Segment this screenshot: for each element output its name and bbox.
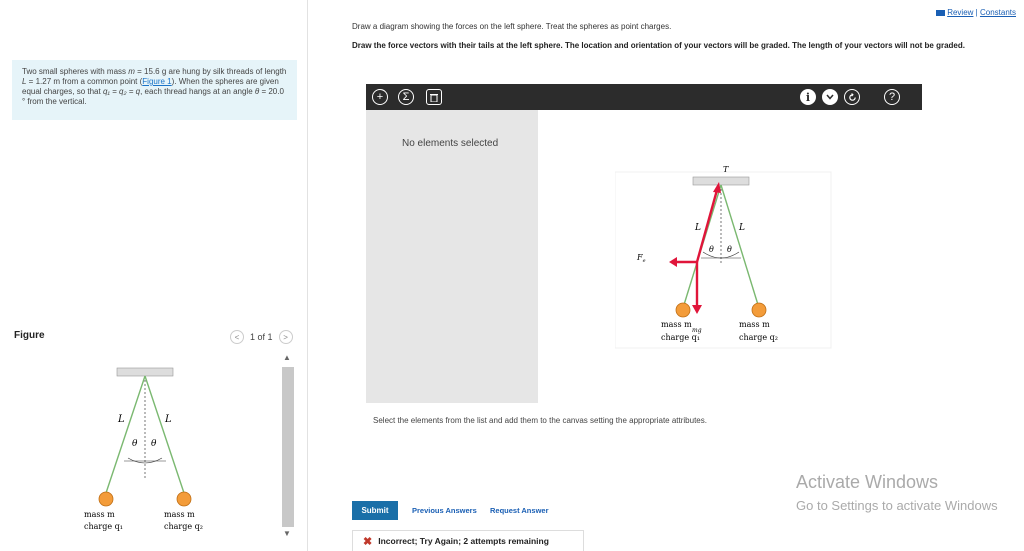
constants-link[interactable]: Constants [980,8,1016,17]
label-L-right: L [738,223,745,233]
instruction-text: Draw a diagram showing the forces on the… [352,22,672,31]
sphere-left [675,302,691,318]
problem-text: = 15.6 g are hung by silk threads of len… [134,67,287,76]
label-theta-left: θ [132,439,138,449]
problem-charges: q₁ = q₂ = q [102,87,141,96]
figure-pager: < 1 of 1 > [230,330,293,344]
info-button[interactable]: i [800,89,816,105]
feedback-text: Incorrect; Try Again; 2 attempts remaini… [378,536,549,546]
separator: | [975,8,978,17]
ceiling-support [692,176,750,186]
next-figure-button[interactable]: > [278,330,293,344]
sphere-right [176,491,192,507]
label-mass-right: mass m [739,320,770,329]
help-button[interactable]: ? [884,89,900,105]
error-icon: ✖ [363,535,373,548]
feedback-banner: ✖ Incorrect; Try Again; 2 attempts remai… [352,530,584,551]
sphere-left [98,491,114,507]
pager-text: 1 of 1 [250,332,273,342]
label-charge-right: charge q₂ [164,522,203,531]
drawing-toolbar: + Σ i ? [366,84,922,110]
trash-icon[interactable] [426,89,442,105]
figure-scrollbar[interactable]: ▲ ▼ [282,353,294,543]
label-L-left: L [694,223,701,233]
scroll-up-icon[interactable]: ▲ [283,353,291,362]
chevron-down-icon[interactable] [822,89,838,105]
figure-label: Figure [14,330,45,341]
scroll-thumb[interactable] [282,367,294,527]
problem-text: , each thread hangs at an angle [140,87,255,96]
activate-windows-subtitle: Go to Settings to activate Windows [796,498,998,513]
diagram-background [615,171,832,349]
label-charge-left: charge q₁ [661,333,700,342]
add-element-button[interactable]: + [372,89,388,105]
label-theta-right: θ [151,439,157,449]
label-mass-left: mass m [661,320,692,329]
element-panel [366,110,538,403]
instruction-bold-text: Draw the force vectors with their tails … [352,41,965,50]
request-answer-link[interactable]: Request Answer [490,506,549,515]
select-hint-text: Select the elements from the list and ad… [373,416,707,425]
label-charge-left: charge q₁ [84,522,123,531]
figure-diagram: L L θ θ mass m charge q₁ mass m charge q… [84,367,203,531]
thread-right [144,375,185,494]
left-panel: Two small spheres with mass m = 15.6 g a… [0,0,308,551]
label-T: T [723,165,729,174]
header-links: Review | Constants [935,8,1016,17]
label-mass-right: mass m [164,510,195,519]
review-icon [935,9,945,16]
answer-canvas-diagram[interactable]: L L θ θ T Fe mass m mg charge q₁ mass m … [615,160,835,350]
previous-answers-link[interactable]: Previous Answers [412,506,477,515]
label-mass-left: mass m [84,510,115,519]
sum-button[interactable]: Σ [398,89,414,105]
label-charge-right: charge q₂ [739,333,778,342]
submit-button[interactable]: Submit [352,501,398,520]
review-link[interactable]: Review [947,8,973,17]
problem-text: = 1.27 m from a common point ( [26,77,143,86]
label-L-left: L [117,414,125,425]
thread-left [105,375,146,494]
scroll-down-icon[interactable]: ▼ [283,529,291,538]
sphere-right [751,302,767,318]
problem-statement: Two small spheres with mass m = 15.6 g a… [12,60,297,120]
prev-figure-button[interactable]: < [230,330,244,344]
problem-text: Two small spheres with mass [22,67,129,76]
figure-link[interactable]: Figure 1 [142,77,171,86]
activate-windows-title: Activate Windows [796,472,939,492]
label-theta-right: θ [727,245,732,254]
problem-m: m [128,67,135,76]
reset-icon[interactable] [844,89,860,105]
label-L-right: L [164,414,172,425]
no-elements-text: No elements selected [402,138,499,149]
ceiling-support [116,367,174,377]
label-theta-left: θ [709,245,714,254]
